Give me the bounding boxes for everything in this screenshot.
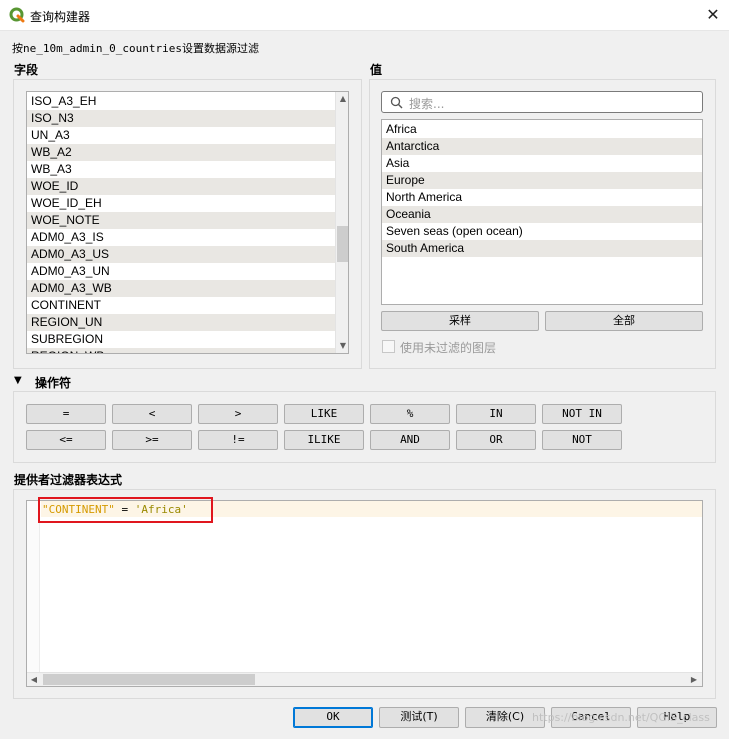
list-item[interactable]: Oceania bbox=[382, 206, 702, 223]
list-item[interactable]: ADM0_A3_US bbox=[27, 246, 335, 263]
list-item[interactable]: ADM0_A3_UN bbox=[27, 263, 335, 280]
operators-group bbox=[13, 391, 716, 463]
operator-button[interactable]: NOT IN bbox=[542, 404, 622, 424]
list-item[interactable]: WB_A3 bbox=[27, 161, 335, 178]
operator-button[interactable]: LIKE bbox=[284, 404, 364, 424]
editor-hscrollbar[interactable]: ◀ ▶ bbox=[27, 672, 702, 686]
operator-button[interactable]: >= bbox=[112, 430, 192, 450]
list-item[interactable]: UN_A3 bbox=[27, 127, 335, 144]
search-placeholder: 搜索... bbox=[409, 97, 445, 111]
list-item[interactable]: Asia bbox=[382, 155, 702, 172]
all-button[interactable]: 全部 bbox=[545, 311, 703, 331]
operator-button[interactable]: > bbox=[198, 404, 278, 424]
values-label: 值 bbox=[370, 63, 383, 77]
values-list[interactable]: Africa Antarctica Asia Europe North America O… bbox=[381, 119, 703, 305]
hscroll-thumb[interactable] bbox=[43, 674, 255, 685]
list-item[interactable]: Seven seas (open ocean) bbox=[382, 223, 702, 240]
list-item[interactable]: WOE_ID bbox=[27, 178, 335, 195]
list-item[interactable]: Antarctica bbox=[382, 138, 702, 155]
operator-button[interactable]: AND bbox=[370, 430, 450, 450]
close-icon[interactable]: ✕ bbox=[699, 2, 727, 28]
dialog-subtitle: 按ne_10m_admin_0_countries设置数据源过滤 bbox=[12, 42, 259, 55]
list-item[interactable]: Africa bbox=[382, 121, 702, 138]
collapse-arrow-icon[interactable]: ▼ bbox=[14, 375, 22, 386]
list-item[interactable]: WB_A2 bbox=[27, 144, 335, 161]
list-item[interactable]: SUBREGION bbox=[27, 331, 335, 348]
operator-button[interactable]: < bbox=[112, 404, 192, 424]
expression-editor[interactable]: "CONTINENT" = 'Africa' ◀ ▶ bbox=[26, 500, 703, 687]
operator-button[interactable]: NOT bbox=[542, 430, 622, 450]
operators-label: 操作符 bbox=[35, 376, 72, 390]
scroll-down-icon[interactable]: ▼ bbox=[336, 339, 348, 353]
highlight-box bbox=[38, 497, 213, 523]
use-unfiltered-label: 使用未过滤的图层 bbox=[400, 341, 497, 355]
use-unfiltered-checkbox[interactable] bbox=[382, 340, 395, 353]
fields-label: 字段 bbox=[14, 63, 39, 77]
list-item[interactable]: Europe bbox=[382, 172, 702, 189]
editor-margin bbox=[27, 501, 40, 686]
operator-button[interactable]: ILIKE bbox=[284, 430, 364, 450]
scroll-up-icon[interactable]: ▲ bbox=[336, 92, 348, 106]
list-item[interactable]: WOE_ID_EH bbox=[27, 195, 335, 212]
expression-label: 提供者过滤器表达式 bbox=[14, 473, 123, 487]
operator-button[interactable]: != bbox=[198, 430, 278, 450]
list-item[interactable]: REGION_WB bbox=[27, 348, 335, 353]
list-item[interactable]: ISO_N3 bbox=[27, 110, 335, 127]
fields-list[interactable]: ISO_A3_EH ISO_N3 UN_A3 WB_A2 WB_A3 WOE_ID WOE_… bbox=[26, 91, 349, 354]
title-bar bbox=[0, 0, 729, 31]
search-icon bbox=[390, 96, 403, 109]
scroll-thumb[interactable] bbox=[337, 226, 348, 262]
sample-button[interactable]: 采样 bbox=[381, 311, 539, 331]
ok-button[interactable]: OK bbox=[293, 707, 373, 728]
window-title: 查询构建器 bbox=[30, 10, 91, 24]
list-item[interactable]: ADM0_A3_WB bbox=[27, 280, 335, 297]
list-item[interactable]: WOE_NOTE bbox=[27, 212, 335, 229]
qgis-logo-icon bbox=[9, 7, 25, 23]
scroll-right-icon[interactable]: ▶ bbox=[687, 673, 701, 687]
list-item[interactable]: ADM0_A3_IS bbox=[27, 229, 335, 246]
list-item[interactable]: CONTINENT bbox=[27, 297, 335, 314]
operator-button[interactable]: OR bbox=[456, 430, 536, 450]
operator-button[interactable]: IN bbox=[456, 404, 536, 424]
list-item[interactable]: ISO_A3_EH bbox=[27, 93, 335, 110]
fields-scrollbar[interactable]: ▲ ▼ bbox=[335, 92, 348, 353]
operator-button[interactable]: % bbox=[370, 404, 450, 424]
list-item[interactable]: North America bbox=[382, 189, 702, 206]
scroll-left-icon[interactable]: ◀ bbox=[27, 673, 41, 687]
test-button[interactable]: 测试(T) bbox=[379, 707, 459, 728]
operator-button[interactable]: = bbox=[26, 404, 106, 424]
list-item[interactable]: South America bbox=[382, 240, 702, 257]
watermark: https://blog.csdn.net/QGIS_class bbox=[532, 711, 710, 724]
list-item[interactable]: REGION_UN bbox=[27, 314, 335, 331]
search-input[interactable]: 搜索... bbox=[381, 91, 703, 113]
operator-button[interactable]: <= bbox=[26, 430, 106, 450]
